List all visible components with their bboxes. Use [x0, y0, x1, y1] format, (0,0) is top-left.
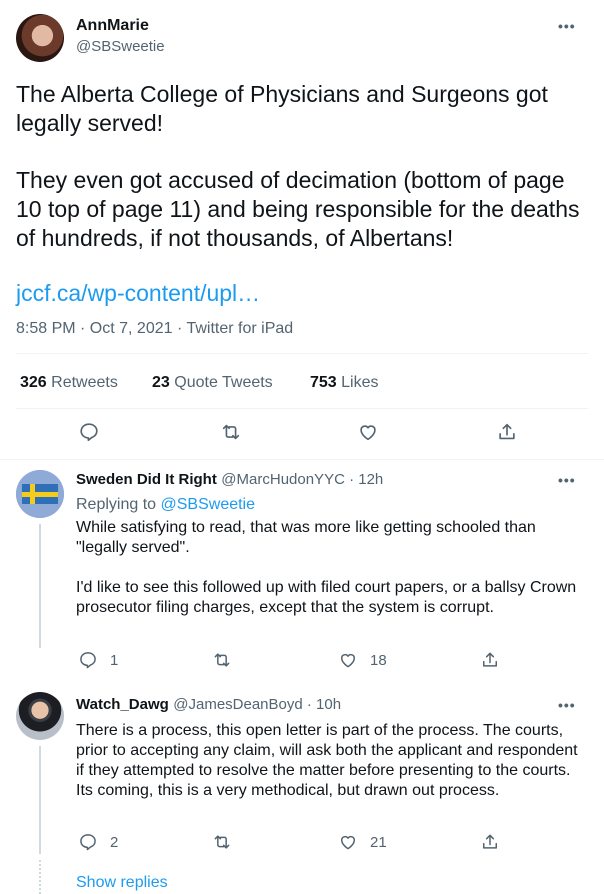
thread-line — [39, 746, 41, 854]
like-icon — [338, 832, 358, 852]
show-replies-link[interactable]: Show replies — [76, 874, 168, 892]
retweets-label: Retweets — [51, 374, 118, 391]
reply-handle-time[interactable]: @MarcHudonYYC · 12h — [221, 471, 383, 488]
reply-button[interactable]: 1 — [78, 650, 118, 670]
reply-avatar[interactable] — [16, 470, 64, 518]
author-avatar[interactable] — [16, 14, 64, 62]
reply-header: Watch_Dawg @JamesDeanBoyd · 10h — [76, 696, 341, 714]
tweet-text-paragraph-2: They even got accused of decimation (bot… — [16, 167, 580, 251]
reply-author-name[interactable]: Sweden Did It Right — [76, 471, 217, 488]
reply-button[interactable]: 2 — [78, 832, 118, 852]
reply-count: 2 — [110, 833, 119, 851]
reply-text: While satisfying to read, that was more … — [76, 519, 577, 616]
like-count: 18 — [370, 651, 387, 669]
replying-to-label: Replying to — [76, 496, 157, 513]
reply-avatar[interactable] — [16, 692, 64, 740]
divider — [16, 353, 588, 354]
author-handle[interactable]: @SBSweetie — [76, 38, 165, 55]
like-icon — [338, 650, 358, 670]
replying-to: Replying to @SBSweetie — [76, 496, 255, 514]
quotes-count: 23 — [152, 374, 170, 391]
retweets-stat[interactable]: 326 Retweets — [20, 374, 118, 392]
share-icon[interactable] — [480, 832, 500, 852]
quotes-label: Quote Tweets — [174, 374, 273, 391]
more-options-icon[interactable]: ••• — [558, 472, 576, 488]
likes-label: Likes — [341, 374, 379, 391]
tweet-text-paragraph-1: The Alberta College of Physicians and Su… — [16, 81, 548, 136]
reply-icon — [78, 650, 98, 670]
like-button[interactable]: 21 — [338, 832, 387, 852]
retweet-icon[interactable] — [212, 650, 232, 670]
retweets-count: 326 — [20, 374, 47, 391]
quote-tweets-stat[interactable]: 23 Quote Tweets — [152, 374, 273, 392]
reply-handle-time[interactable]: @JamesDeanBoyd · 10h — [173, 696, 341, 713]
replying-to-handle[interactable]: @SBSweetie — [161, 496, 256, 513]
more-options-icon[interactable]: ••• — [558, 18, 576, 34]
reply-author-name[interactable]: Watch_Dawg — [76, 696, 169, 713]
tweet-timestamp[interactable]: 8:58 PM · Oct 7, 2021 · Twitter for iPad — [16, 320, 293, 338]
like-count: 21 — [370, 833, 387, 851]
reply-icon[interactable] — [78, 421, 100, 443]
reply-header: Sweden Did It Right @MarcHudonYYC · 12h — [76, 471, 383, 489]
reply-icon — [78, 832, 98, 852]
like-icon[interactable] — [357, 421, 379, 443]
divider — [16, 408, 588, 409]
likes-stat[interactable]: 753 Likes — [310, 374, 379, 392]
like-button[interactable]: 18 — [338, 650, 387, 670]
share-icon[interactable] — [480, 650, 500, 670]
share-icon[interactable] — [496, 421, 518, 443]
reply-text: There is a process, this open letter is … — [76, 722, 583, 799]
divider — [0, 459, 604, 460]
thread-dots — [39, 860, 41, 894]
swedish-flag-icon — [16, 470, 64, 518]
author-name[interactable]: AnnMarie — [76, 17, 149, 35]
likes-count: 753 — [310, 374, 337, 391]
retweet-icon[interactable] — [220, 421, 242, 443]
tweet-link[interactable]: jccf.ca/wp-content/upl… — [16, 279, 260, 308]
thread-line — [39, 524, 41, 648]
retweet-icon[interactable] — [212, 832, 232, 852]
more-options-icon[interactable]: ••• — [558, 697, 576, 713]
reply-count: 1 — [110, 651, 119, 669]
